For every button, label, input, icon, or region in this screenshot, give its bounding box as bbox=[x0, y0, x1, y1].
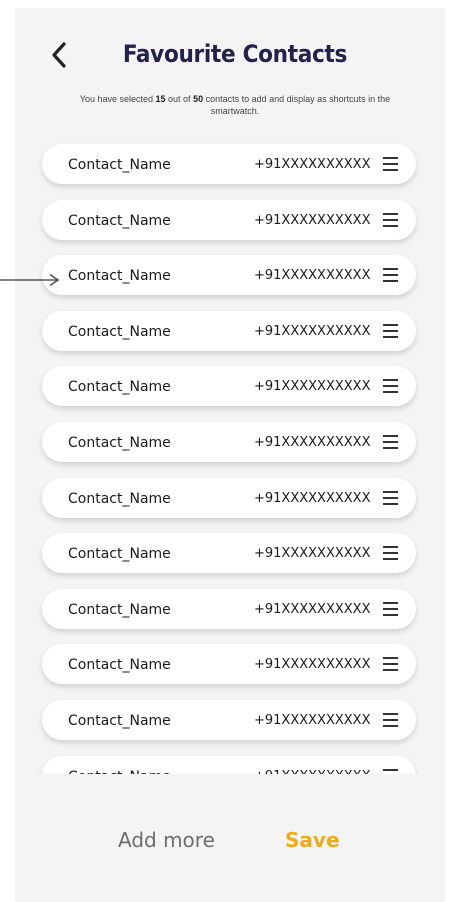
contact-row[interactable]: Contact_Name +91XXXXXXXXXX bbox=[42, 311, 416, 351]
contact-name: Contact_Name bbox=[68, 769, 171, 774]
contact-name: Contact_Name bbox=[68, 213, 171, 229]
drag-handle-bar bbox=[383, 280, 398, 282]
contact-name: Contact_Name bbox=[68, 491, 171, 507]
drag-handle-bar bbox=[383, 497, 398, 499]
contact-row[interactable]: Contact_Name +91XXXXXXXXXX bbox=[42, 422, 416, 462]
drag-handle-icon[interactable] bbox=[382, 154, 400, 174]
drag-handle-icon[interactable] bbox=[382, 210, 400, 230]
contacts-list[interactable]: Contact_Name +91XXXXXXXXXX Contact_Name +91… bbox=[0, 140, 451, 774]
drag-handle-icon[interactable] bbox=[382, 376, 400, 396]
drag-handle-bar bbox=[383, 725, 398, 727]
drag-handle-icon[interactable] bbox=[382, 710, 400, 730]
contact-row[interactable]: Contact_Name +91XXXXXXXXXX bbox=[42, 144, 416, 184]
drag-handle-bar bbox=[383, 163, 398, 165]
drag-handle-bar bbox=[383, 441, 398, 443]
drag-handle-bar bbox=[383, 157, 398, 159]
drag-handle-icon[interactable] bbox=[382, 488, 400, 508]
drag-handle-bar bbox=[383, 225, 398, 227]
contact-row[interactable]: Contact_Name +91XXXXXXXXXX bbox=[42, 756, 416, 774]
contact-name: Contact_Name bbox=[68, 268, 171, 284]
drag-handle-bar bbox=[383, 503, 398, 505]
contact-row[interactable]: Contact_Name +91XXXXXXXXXX bbox=[42, 700, 416, 740]
back-button[interactable] bbox=[44, 38, 74, 72]
page-title: Favourite Contacts bbox=[122, 40, 348, 68]
contact-phone: +91XXXXXXXXXX bbox=[254, 379, 371, 394]
drag-handle-bar bbox=[383, 435, 398, 437]
contact-phone: +91XXXXXXXXXX bbox=[254, 491, 371, 506]
selection-info-text: You have selected 15 out of 50 contacts … bbox=[60, 93, 410, 117]
drag-handle-icon[interactable] bbox=[382, 321, 400, 341]
drag-handle-bar bbox=[383, 447, 398, 449]
drag-handle-bar bbox=[383, 213, 398, 215]
contact-name: Contact_Name bbox=[68, 602, 171, 618]
contact-row[interactable]: Contact_Name +91XXXXXXXXXX bbox=[42, 589, 416, 629]
contact-name: Contact_Name bbox=[68, 379, 171, 395]
contact-phone: +91XXXXXXXXXX bbox=[254, 546, 371, 561]
drag-handle-icon[interactable] bbox=[382, 265, 400, 285]
drag-handle-bar bbox=[383, 663, 398, 665]
drag-handle-bar bbox=[383, 719, 398, 721]
bottom-actions: Add more Save bbox=[0, 826, 451, 856]
drag-handle-bar bbox=[383, 769, 398, 771]
drag-handle-bar bbox=[383, 391, 398, 393]
drag-handle-icon[interactable] bbox=[382, 599, 400, 619]
drag-handle-icon[interactable] bbox=[382, 766, 400, 774]
contact-phone: +91XXXXXXXXXX bbox=[254, 602, 371, 617]
drag-handle-bar bbox=[383, 713, 398, 715]
drag-handle-bar bbox=[383, 330, 398, 332]
contact-name: Contact_Name bbox=[68, 324, 171, 340]
drag-handle-bar bbox=[383, 274, 398, 276]
contact-row[interactable]: Contact_Name +91XXXXXXXXXX bbox=[42, 200, 416, 240]
drag-handle-bar bbox=[383, 219, 398, 221]
drag-handle-bar bbox=[383, 379, 398, 381]
contact-phone: +91XXXXXXXXXX bbox=[254, 268, 371, 283]
drag-handle-bar bbox=[383, 608, 398, 610]
total-count: 50 bbox=[193, 94, 204, 104]
contact-row[interactable]: Contact_Name +91XXXXXXXXXX bbox=[42, 478, 416, 518]
arrow-pointer-icon bbox=[0, 273, 60, 287]
drag-handle-bar bbox=[383, 614, 398, 616]
subtitle-part-2: out of bbox=[165, 94, 194, 104]
chevron-left-icon bbox=[52, 42, 66, 68]
drag-handle-bar bbox=[383, 602, 398, 604]
contact-phone: +91XXXXXXXXXX bbox=[254, 324, 371, 339]
save-button[interactable]: Save bbox=[285, 828, 340, 852]
drag-handle-bar bbox=[383, 558, 398, 560]
contact-name: Contact_Name bbox=[68, 546, 171, 562]
drag-handle-bar bbox=[383, 669, 398, 671]
drag-handle-bar bbox=[383, 657, 398, 659]
contact-name: Contact_Name bbox=[68, 157, 171, 173]
drag-handle-icon[interactable] bbox=[382, 543, 400, 563]
contact-row[interactable]: Contact_Name +91XXXXXXXXXX bbox=[42, 255, 416, 295]
drag-handle-icon[interactable] bbox=[382, 432, 400, 452]
contact-row[interactable]: Contact_Name +91XXXXXXXXXX bbox=[42, 533, 416, 573]
contact-phone: +91XXXXXXXXXX bbox=[254, 435, 371, 450]
subtitle-part-3: contacts to add and display as shortcuts… bbox=[203, 94, 391, 116]
drag-handle-bar bbox=[383, 546, 398, 548]
add-more-button[interactable]: Add more bbox=[118, 828, 215, 852]
drag-handle-icon[interactable] bbox=[382, 654, 400, 674]
contact-phone: +91XXXXXXXXXX bbox=[254, 657, 371, 672]
contact-name: Contact_Name bbox=[68, 713, 171, 729]
contact-name: Contact_Name bbox=[68, 435, 171, 451]
contact-phone: +91XXXXXXXXXX bbox=[254, 213, 371, 228]
contact-phone: +91XXXXXXXXXX bbox=[254, 713, 371, 728]
contact-row[interactable]: Contact_Name +91XXXXXXXXXX bbox=[42, 366, 416, 406]
drag-handle-bar bbox=[383, 324, 398, 326]
contact-name: Contact_Name bbox=[68, 657, 171, 673]
selected-count: 15 bbox=[155, 94, 166, 104]
subtitle-part-1: You have selected bbox=[79, 94, 156, 104]
drag-handle-bar bbox=[383, 268, 398, 270]
drag-handle-bar bbox=[383, 169, 398, 171]
drag-handle-bar bbox=[383, 552, 398, 554]
drag-handle-bar bbox=[383, 336, 398, 338]
drag-handle-bar bbox=[383, 385, 398, 387]
drag-handle-bar bbox=[383, 491, 398, 493]
contact-phone: +91XXXXXXXXXX bbox=[254, 769, 371, 774]
contact-row[interactable]: Contact_Name +91XXXXXXXXXX bbox=[42, 644, 416, 684]
contact-phone: +91XXXXXXXXXX bbox=[254, 157, 371, 172]
